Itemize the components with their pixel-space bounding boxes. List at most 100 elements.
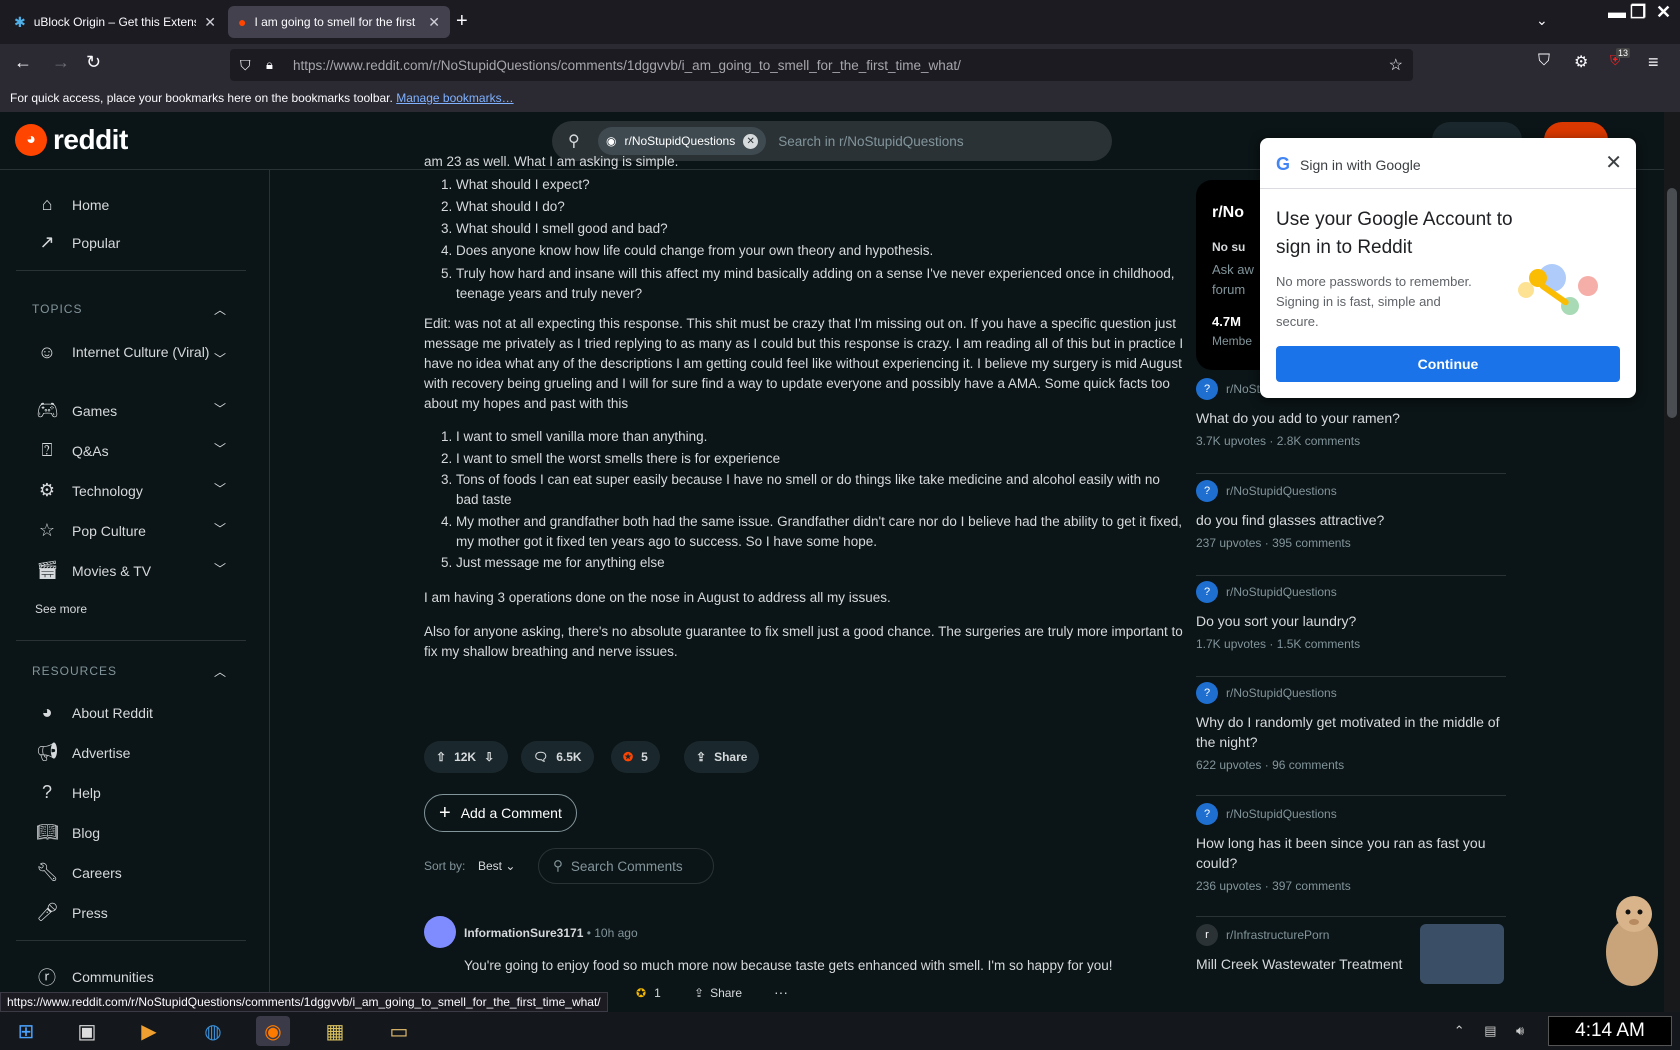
subreddit-name[interactable]: r/NoStupidQuestions [1226,484,1337,498]
sidebar-item-help[interactable]: ? Help [36,782,101,803]
back-icon[interactable]: ← [14,52,32,73]
pocket-icon[interactable]: ⛉ [1538,52,1550,70]
related-title[interactable]: What do you add to your ramen? [1196,408,1506,428]
comment-share-button[interactable]: ⇪ Share [694,986,742,1000]
tab-ublock[interactable]: ✱ uBlock Origin – Get this Extensi ✕ [4,6,226,38]
subreddit-name[interactable]: r/NoStupidQuestions [1226,807,1337,821]
downvote-icon[interactable]: ⇩ [484,750,494,764]
resources-heading[interactable]: RESOURCES [32,664,117,678]
chevron-down-icon[interactable]: ﹀ [214,440,226,457]
sidebar-item-label: Advertise [72,744,131,761]
more-options-button[interactable]: ··· [774,984,788,1000]
avatar[interactable] [424,916,456,948]
list-item[interactable]: ? r/NoStupidQuestions do you find glasses… [1196,480,1506,576]
sidebar-item-internet-culture[interactable]: ☺ Internet Culture (Viral) [36,342,226,363]
volume-icon[interactable]: 🔊︎ [1516,1023,1524,1039]
menu-icon[interactable]: ≡ [1648,52,1659,73]
desc-line: Ask aw [1212,262,1254,277]
subreddit-search-chip[interactable]: ◉ r/NoStupidQuestions ✕ [598,127,767,155]
comment-award-button[interactable]: ✪ 1 [636,986,661,1000]
comment-author[interactable]: InformationSure3171 [464,926,583,940]
sidebar-item-advertise[interactable]: 📢︎ Advertise [36,742,130,763]
close-tab-icon[interactable]: ✕ [428,14,440,31]
continue-button[interactable]: Continue [1276,346,1620,382]
lock-icon[interactable]: 🔒︎ [266,57,273,73]
system-tray[interactable]: ⌃ ▤ 🔊︎ [1444,1016,1534,1046]
subreddit-name[interactable]: r/InfrastructurePorn [1226,928,1329,942]
terminal-app-icon[interactable]: ▣ [70,1016,104,1046]
subreddit-name[interactable]: r/NoStupidQuestions [1226,585,1337,599]
sidebar-item-blog[interactable]: 📖︎ Blog [36,822,100,843]
chevron-down-icon[interactable]: ﹀ [214,520,226,537]
sidebar-item-qas[interactable]: ⍰ Q&As [36,440,109,461]
url-bar[interactable]: ⛉ 🔒︎ https://www.reddit.com/r/NoStupidQu… [230,49,1413,81]
browser-globe-app-icon[interactable]: ◍ [196,1016,230,1046]
network-icon[interactable]: ▤ [1484,1023,1496,1039]
related-title[interactable]: Do you sort your laundry? [1196,611,1506,631]
page-scrollbar[interactable] [1664,112,1680,1012]
sidebar-item-careers[interactable]: 🔧︎ Careers [36,862,122,883]
list-item[interactable]: ? r/NoStupidQuestions How long has it bee… [1196,803,1506,917]
list-item[interactable]: r r/InfrastructurePorn Mill Creek Wastewa… [1196,924,1506,994]
list-all-tabs-icon[interactable]: ⌄ [1536,12,1548,29]
firefox-app-icon[interactable]: ◉ [256,1016,290,1046]
url-text[interactable]: https://www.reddit.com/r/NoStupidQuestio… [293,58,961,73]
chevron-up-icon[interactable]: ︿ [214,663,226,680]
sidebar-item-pop-culture[interactable]: ☆ Pop Culture [36,520,146,541]
sidebar-item-home[interactable]: ⌂ Home [36,194,110,215]
topics-heading[interactable]: TOPICS [32,302,82,316]
extensions-icon[interactable]: ⚙ [1574,52,1588,72]
share-button[interactable]: ⇪ Share [684,741,760,773]
sidebar-item-technology[interactable]: ⚙ Technology [36,480,143,501]
restore-icon[interactable]: ❐ [1630,2,1646,23]
minimize-icon[interactable]: ▬ [1608,2,1626,23]
media-player-app-icon[interactable]: ▶ [132,1016,166,1046]
close-tab-icon[interactable]: ✕ [204,14,216,31]
list-item[interactable]: ? r/NoStupidQuestions Do you sort your la… [1196,581,1506,677]
tray-chevron-icon[interactable]: ⌃ [1454,1023,1465,1039]
new-tab-button[interactable]: + [456,10,468,33]
start-button-icon[interactable]: ⊞ [6,1016,46,1046]
search-input[interactable]: Search in r/NoStupidQuestions [778,134,963,149]
post-thumbnail[interactable] [1420,924,1504,984]
sidebar-item-press[interactable]: 🎤︎ Press [36,902,108,923]
chevron-up-icon[interactable]: ︿ [214,301,226,318]
sidebar-item-movies-tv[interactable]: 🎬︎ Movies & TV [36,560,151,581]
sort-dropdown[interactable]: Best ⌄ [478,859,515,873]
tab-reddit-post[interactable]: ● I am going to smell for the first ✕ [228,6,450,38]
sidebar-item-games[interactable]: 🎮︎ Games [36,400,117,421]
close-window-icon[interactable]: ✕ [1656,2,1671,23]
reload-icon[interactable]: ↻ [86,52,101,73]
game-app-icon[interactable]: ▦ [318,1016,352,1046]
file-explorer-app-icon[interactable]: ▭ [382,1016,416,1046]
related-title[interactable]: Why do I randomly get motivated in the m… [1196,712,1506,752]
comments-button[interactable]: 🗨︎ 6.5K [521,741,594,773]
related-title[interactable]: do you find glasses attractive? [1196,510,1506,530]
see-more-button[interactable]: See more [35,602,87,616]
list-item[interactable]: ? r/NoStupidQuestions Why do I randomly g… [1196,682,1506,796]
chevron-down-icon[interactable]: ﹀ [214,350,226,367]
chevron-down-icon[interactable]: ﹀ [214,480,226,497]
taskbar-clock[interactable]: 4:14 AM [1548,1016,1672,1046]
upvote-icon[interactable]: ⇧ [436,750,446,764]
forward-icon[interactable]: → [52,52,70,73]
search-comments-input[interactable]: ⚲ Search Comments [538,848,714,884]
related-title[interactable]: How long has it been since you ran as fa… [1196,833,1506,873]
close-icon[interactable]: ✕ [1605,150,1622,175]
comment-time: • 10h ago [586,926,638,940]
sidebar-item-communities[interactable]: ⓡ Communities [36,964,154,990]
sidebar-item-about[interactable]: ◕ About Reddit [36,702,153,723]
sidebar-item-popular[interactable]: ↗ Popular [36,232,120,253]
remove-chip-icon[interactable]: ✕ [743,133,759,149]
bookmark-star-icon[interactable]: ☆ [1389,55,1403,75]
add-comment-button[interactable]: + Add a Comment [424,794,577,832]
reddit-logo[interactable]: ◕ reddit [15,124,128,156]
award-button[interactable]: ✪ 5 [611,741,660,773]
scrollbar-thumb[interactable] [1667,188,1677,418]
chevron-down-icon[interactable]: ﹀ [214,560,226,577]
chevron-down-icon[interactable]: ﹀ [214,400,226,417]
community-name[interactable]: r/No [1212,204,1244,222]
shield-icon[interactable]: ⛉ [240,57,251,74]
manage-bookmarks-link[interactable]: Manage bookmarks… [396,91,513,105]
subreddit-name[interactable]: r/NoStupidQuestions [1226,686,1337,700]
